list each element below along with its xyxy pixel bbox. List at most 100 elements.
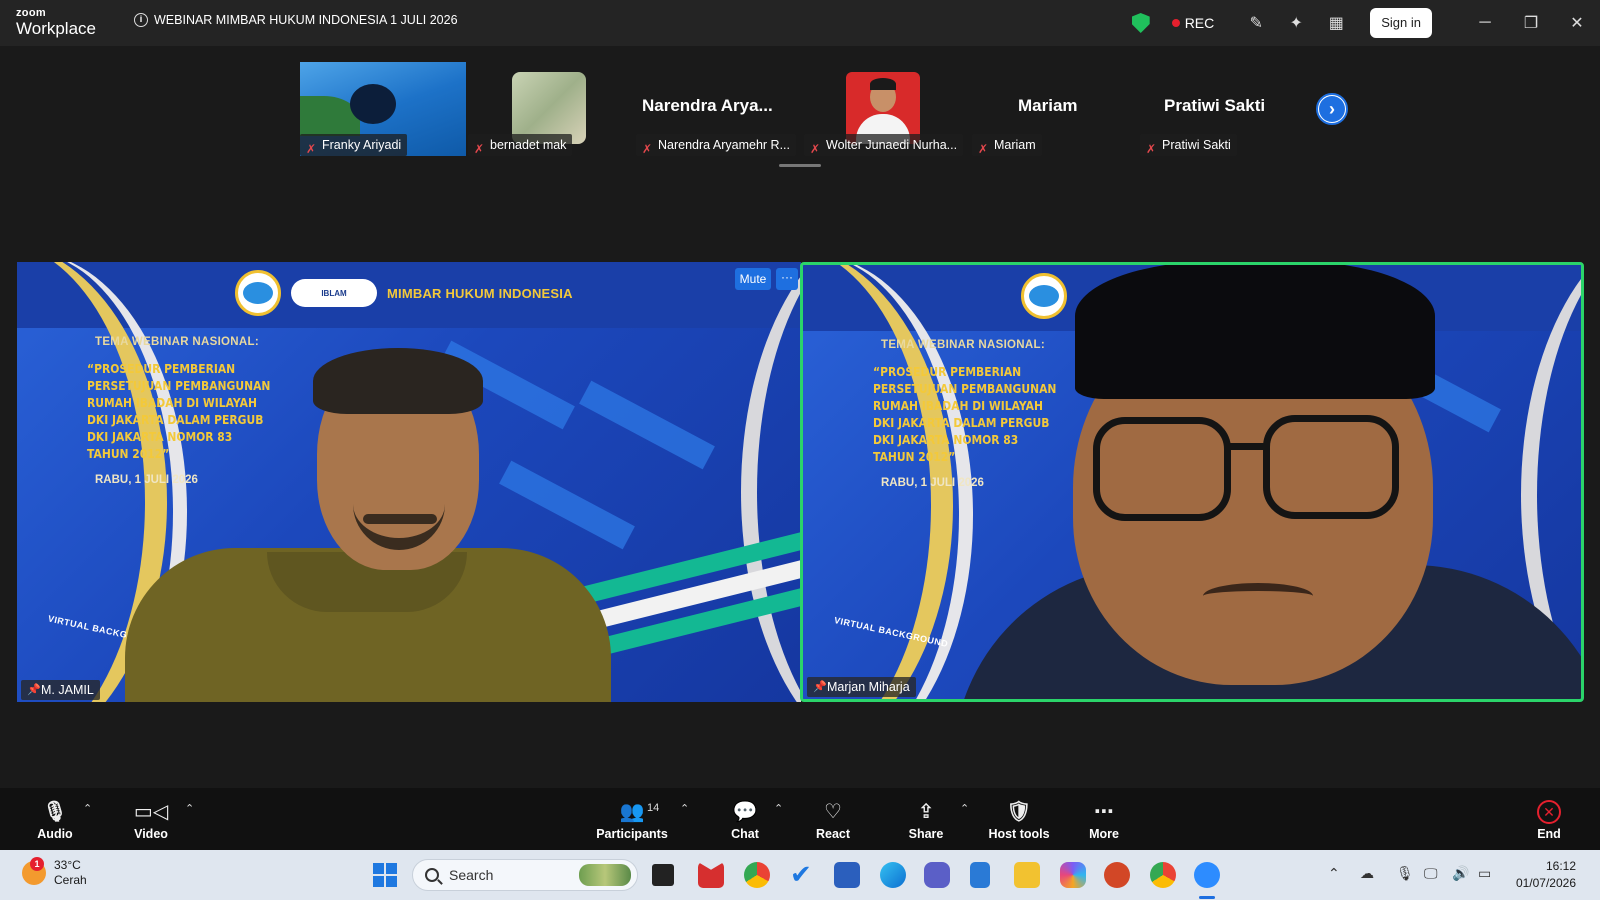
- share-label: Share: [908, 827, 944, 841]
- theme-label: TEMA WEBINAR NASIONAL:: [881, 339, 1045, 351]
- participants-options-caret[interactable]: ⌃: [680, 802, 689, 815]
- chat-button[interactable]: 💬 Chat: [728, 798, 762, 842]
- word-icon[interactable]: [834, 862, 860, 888]
- tile-more-options-button[interactable]: ···: [776, 268, 798, 290]
- share-options-caret[interactable]: ⌃: [960, 802, 969, 815]
- org-emblem-icon: [235, 270, 281, 316]
- end-meeting-button[interactable]: ✕ End: [1534, 798, 1564, 841]
- theme-body: “PROSEDUR PEMBERIAN PERSETUJUAN PEMBANGU…: [87, 361, 271, 461]
- slide-logos: IBLAM MIMBAR HUKUM INDONESIA: [235, 270, 573, 316]
- zoom-app-icon[interactable]: [1194, 862, 1220, 888]
- edge-icon[interactable]: [880, 862, 906, 888]
- rec-dot-icon: [1171, 19, 1180, 27]
- network-icon[interactable]: 🖵: [1424, 865, 1438, 882]
- show-hidden-icons-caret[interactable]: ⌃: [1328, 865, 1340, 882]
- title-bar: zoom Workplace i WEBINAR MIMBAR HUKUM IN…: [0, 0, 1600, 46]
- teams-icon[interactable]: [924, 862, 950, 888]
- ai-companion-icon[interactable]: ✦: [1284, 11, 1308, 35]
- video-tile-marjan[interactable]: TEMA WEBINAR NASIONAL: “PROSEDUR PEMBERI…: [800, 262, 1584, 702]
- tile-name-label: 📌 Marjan Miharja: [807, 677, 916, 697]
- theme-label: TEMA WEBINAR NASIONAL:: [95, 336, 259, 348]
- minimize-icon[interactable]: ─: [1462, 0, 1508, 46]
- slide-date: RABU, 1 JULI 2026: [881, 477, 984, 489]
- thumbnail-bernadet[interactable]: ✗ bernadet mak: [468, 62, 634, 156]
- temperature: 33°C: [54, 858, 81, 872]
- recording-indicator[interactable]: REC: [1171, 15, 1214, 31]
- info-icon[interactable]: i: [134, 13, 148, 27]
- onedrive-icon[interactable]: ☁: [1360, 865, 1374, 882]
- meeting-info[interactable]: i WEBINAR MIMBAR HUKUM INDONESIA 1 JULI …: [134, 13, 458, 27]
- chrome-profile-icon[interactable]: [1150, 862, 1176, 888]
- notepad-icon[interactable]: [970, 862, 990, 888]
- mute-participant-button[interactable]: Mute: [735, 268, 771, 290]
- close-icon[interactable]: ✕: [1554, 0, 1600, 46]
- file-explorer-icon[interactable]: [1014, 862, 1040, 888]
- weather-widget[interactable]: 1 33°C Cerah: [22, 857, 87, 888]
- audio-options-caret[interactable]: ⌃: [83, 802, 92, 815]
- thumbnail-pratiwi[interactable]: Pratiwi Sakti ✗ Pratiwi Sakti: [1140, 62, 1306, 156]
- brand-bottom: Workplace: [16, 19, 96, 38]
- windows-start-icon[interactable]: [373, 863, 397, 887]
- active-app-indicator: [1199, 896, 1215, 899]
- view-grid-icon[interactable]: ▦: [1324, 11, 1348, 35]
- thumbnail-display-name: Mariam: [1018, 96, 1078, 115]
- thumbnail-mariam[interactable]: Mariam ✗ Mariam: [972, 62, 1138, 156]
- thumbnail-name: ✗ Narendra Aryamehr R...: [636, 134, 796, 156]
- meeting-toolbar: 🎙 Audio ⌃ ▭◁ Video ⌃ 👥 Participants 14 ⌃…: [0, 788, 1600, 850]
- encryption-shield-icon[interactable]: [1131, 13, 1150, 33]
- thumbnail-wolter[interactable]: ✗ Wolter Junaedi Nurha...: [804, 62, 970, 156]
- org-emblem-icon: [1021, 273, 1067, 319]
- end-icon: ✕: [1537, 799, 1561, 824]
- end-label: End: [1537, 827, 1561, 841]
- mic-muted-icon: ✗: [978, 142, 989, 156]
- thumbnail-name: ✗ Mariam: [972, 134, 1042, 156]
- host-tools-button[interactable]: 🛡 Host tools: [988, 798, 1050, 842]
- react-button[interactable]: ♡ React: [812, 798, 854, 842]
- video-button[interactable]: ▭◁ Video: [128, 798, 174, 842]
- battery-icon[interactable]: ▭: [1478, 865, 1491, 882]
- thumbnail-name: ✗ bernadet mak: [468, 134, 573, 156]
- mic-muted-icon: ✗: [1146, 142, 1157, 156]
- pin-icon: 📌: [27, 684, 41, 696]
- todo-check-icon[interactable]: ✔: [790, 861, 816, 888]
- sign-in-button[interactable]: Sign in: [1370, 8, 1432, 38]
- video-label: Video: [134, 827, 168, 841]
- weather-badge: 1: [30, 857, 44, 871]
- chat-icon: 💬: [732, 800, 758, 823]
- share-button[interactable]: ⇪ Share: [904, 798, 948, 842]
- slide-logos: [1021, 273, 1067, 319]
- more-label: More: [1089, 827, 1119, 841]
- chat-options-caret[interactable]: ⌃: [774, 802, 783, 815]
- slide-org-name: MIMBAR HUKUM INDONESIA: [387, 285, 573, 301]
- task-view-icon[interactable]: [652, 864, 674, 886]
- video-options-caret[interactable]: ⌃: [185, 802, 194, 815]
- next-page-button[interactable]: ›: [1316, 93, 1348, 125]
- thumbnail-narendra[interactable]: Narendra Arya... ✗ Narendra Aryamehr R...: [636, 62, 802, 156]
- thumbnail-display-name: Pratiwi Sakti: [1164, 96, 1266, 115]
- thumbnail-franky[interactable]: ✗ Franky Ariyadi: [300, 62, 466, 156]
- tray-microphone-icon[interactable]: 🎙: [1396, 865, 1414, 882]
- thumbnail-figure: [350, 84, 396, 124]
- annotate-icon[interactable]: ✎: [1244, 11, 1268, 35]
- thumbnail-name: ✗ Pratiwi Sakti: [1140, 134, 1237, 156]
- participants-count: 14: [647, 802, 660, 814]
- chrome-icon[interactable]: [744, 862, 770, 888]
- taskbar-clock[interactable]: 16:12 01/07/2026: [1516, 858, 1576, 892]
- chat-label: Chat: [731, 827, 759, 841]
- more-button[interactable]: ⋯ More: [1084, 798, 1124, 842]
- powerpoint-icon[interactable]: [1104, 862, 1130, 888]
- brand-top: zoom: [16, 7, 46, 19]
- volume-icon[interactable]: 🔊: [1452, 865, 1469, 882]
- windows-taskbar: 1 33°C Cerah Search ✔ ⌃ ☁ 🎙 🖵 🔊 ▭ 16:12 …: [0, 850, 1600, 900]
- zoom-logo: zoom Workplace: [16, 7, 96, 38]
- video-tile-jamil[interactable]: IBLAM MIMBAR HUKUM INDONESIA TEMA WEBINA…: [17, 262, 801, 702]
- taskbar-search[interactable]: Search: [412, 859, 638, 891]
- search-highlight-image: [579, 864, 631, 886]
- pin-icon: 📌: [813, 681, 827, 693]
- copilot-icon[interactable]: [1060, 862, 1086, 888]
- clock-time: 16:12: [1545, 859, 1576, 873]
- audio-button[interactable]: 🎙 Audio: [32, 798, 78, 842]
- mcafee-icon[interactable]: [698, 862, 724, 888]
- partner-logo: IBLAM: [291, 279, 377, 307]
- restore-icon[interactable]: ❐: [1508, 0, 1554, 46]
